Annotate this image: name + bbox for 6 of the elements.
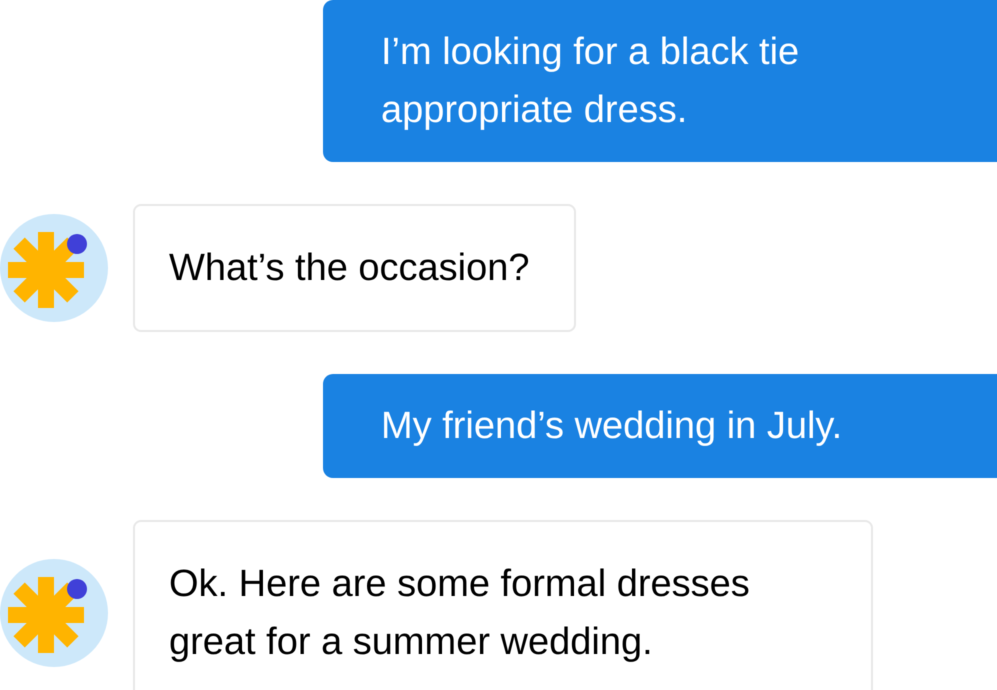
user-message-bubble: My friend’s wedding in July. xyxy=(323,374,997,478)
user-message-bubble: I’m looking for a black tie appropriate dress. xyxy=(323,0,997,162)
bot-avatar-icon xyxy=(0,559,108,667)
bot-message-bubble: What’s the occasion? xyxy=(133,204,576,332)
bot-message-bubble: Ok. Here are some formal dresses great for a summer wedding. xyxy=(133,520,873,690)
bot-avatar-icon xyxy=(0,214,108,322)
